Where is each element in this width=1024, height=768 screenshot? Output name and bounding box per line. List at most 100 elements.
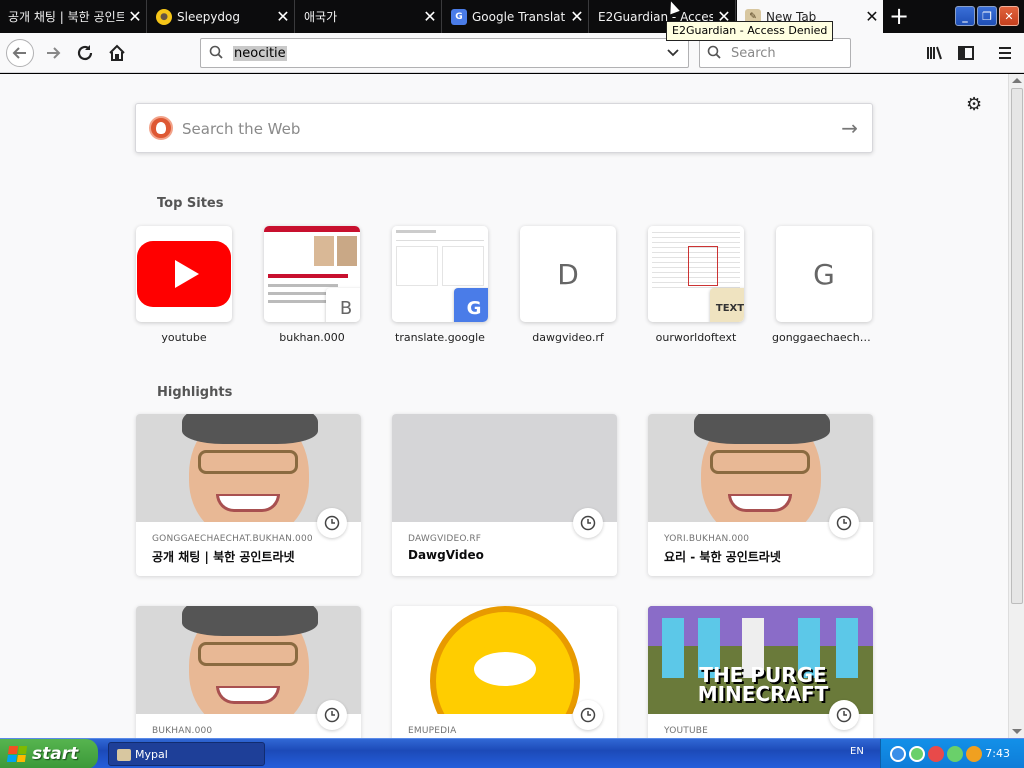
tab-label: 애국가 [304,10,338,24]
top-site-tile[interactable]: D [520,226,616,322]
search-icon [707,45,721,59]
close-icon[interactable]: ✕ [272,7,294,26]
scrollbar-thumb[interactable] [1011,88,1023,604]
close-icon[interactable]: ✕ [419,7,441,26]
top-site-tile[interactable]: G [776,226,872,322]
highlight-host: YORI.BUKHAN.000 [664,534,750,544]
web-search-box[interactable]: Search the Web → [135,103,873,153]
tray-app-icon[interactable] [928,746,944,762]
search-icon [209,45,223,59]
start-label: start [32,744,79,764]
top-site-tile[interactable] [136,226,232,322]
close-icon[interactable]: ✕ [566,7,588,26]
scroll-up-icon[interactable] [1012,78,1022,83]
reload-button[interactable] [71,39,99,67]
search-input[interactable]: Search [731,46,776,61]
top-site-label: bukhan.000 [279,331,345,344]
tab-sleepydog[interactable]: ● Sleepydog ✕ [148,0,295,33]
new-tab-button[interactable]: + [884,0,914,33]
top-site-label: ourworldoftext [655,331,737,344]
highlight-host: BUKHAN.000 [152,726,213,736]
sidebar-button[interactable] [952,39,980,67]
top-site-tile[interactable]: B [264,226,360,322]
tray-app-icon[interactable] [947,746,963,762]
scroll-text-icon: TEXT [710,288,744,322]
top-site-tile[interactable]: G [392,226,488,322]
highlight-thumbnail [136,606,361,714]
top-site-youtube[interactable]: youtube [136,226,232,344]
top-site-translate[interactable]: G translate.google [392,226,488,344]
language-indicator[interactable]: EN [850,746,864,757]
menu-button[interactable] [991,39,1019,67]
top-sites-heading: Top Sites [157,196,224,211]
nav-toolbar: neocitie Search [0,33,1024,73]
top-site-label: gonggaechaechat... [772,331,876,344]
gear-icon[interactable]: ⚙ [966,94,982,115]
highlights-heading: Highlights [157,385,233,400]
vertical-scrollbar[interactable] [1008,74,1024,738]
home-icon [109,44,125,61]
highlight-thumbnail [136,414,361,522]
back-button[interactable] [6,39,34,67]
window-close-button[interactable]: ✕ [999,6,1019,26]
search-bar[interactable]: Search [699,38,851,68]
tab-google-translate[interactable]: G Google Translate ✕ [443,0,589,33]
highlight-thumbnail [392,414,617,522]
start-button[interactable]: start [0,739,98,768]
highlight-card[interactable]: BUKHAN.000 [136,606,361,738]
clock-icon [573,700,603,730]
google-translate-favicon-icon: G [451,8,467,25]
reload-icon [77,45,93,61]
minimize-button[interactable]: _ [955,6,975,26]
tab-label: Sleepydog [177,9,241,24]
top-site-gonggaechaechat[interactable]: G gonggaechaechat... [772,226,876,344]
highlight-card[interactable]: DAWGVIDEO.RF DawgVideo [392,414,617,576]
tray-app-icon[interactable] [890,746,906,762]
site-badge: B [326,288,360,322]
url-input[interactable]: neocitie [233,46,287,61]
highlight-thumbnail [392,606,617,714]
highlight-card[interactable]: GONGGAECHAECHAT.BUKHAN.000 공개 채팅 | 북한 공인… [136,414,361,576]
dog-favicon-icon: ● [156,8,172,25]
tray-app-icon[interactable] [909,746,925,762]
highlight-card[interactable]: YORI.BUKHAN.000 요리 - 북한 공인트라넷 [648,414,873,576]
tab-aegukga[interactable]: 애국가 ✕ [296,0,442,33]
search-tray-icon[interactable] [966,746,982,762]
highlight-host: YOUTUBE [664,726,709,736]
highlight-thumbnail: THE PURGE MINECRAFT [648,606,873,714]
tab-label: Google Translate [472,9,566,24]
tab-korean-chat[interactable]: 공개 채팅 | 북한 공인트라넷 ✕ [0,0,147,33]
top-site-dawgvideo[interactable]: D dawgvideo.rf [520,226,616,344]
home-button[interactable] [103,39,131,67]
windows-logo-icon [6,746,28,762]
forward-arrow-icon [47,47,61,59]
scroll-down-icon[interactable] [1012,729,1022,734]
arrow-right-icon[interactable]: → [841,116,858,140]
url-bar[interactable]: neocitie [200,38,689,68]
tab-strip: 공개 채팅 | 북한 공인트라넷 ✕ ● Sleepydog ✕ 애국가 ✕ G… [0,0,1024,33]
youtube-logo-icon [137,241,231,307]
taskbar-item-mypal[interactable]: Mypal [108,742,265,766]
thumbnail-text: THE PURGE MINECRAFT [697,663,829,706]
web-search-input[interactable]: Search the Web [182,120,300,138]
top-site-label: youtube [161,331,207,344]
google-translate-icon: G [454,288,488,322]
top-site-label: translate.google [395,331,485,344]
close-icon[interactable]: ✕ [124,7,146,26]
site-letter: G [813,257,835,291]
taskbar-clock: 7:43 [985,747,1010,760]
highlight-card[interactable]: EMUPEDIA [392,606,617,738]
highlight-card[interactable]: THE PURGE MINECRAFT YOUTUBE [648,606,873,738]
top-site-bukhan[interactable]: B bukhan.000 [264,226,360,344]
restore-button[interactable]: ❐ [977,6,997,26]
clock-icon [829,700,859,730]
clock-icon [573,508,603,538]
top-site-tile[interactable]: TEXT [648,226,744,322]
close-icon[interactable]: ✕ [861,7,883,26]
highlight-title: 공개 채팅 | 북한 공인트라넷 [152,550,295,564]
top-site-ourworldoftext[interactable]: TEXT ourworldoftext [648,226,744,344]
chevron-down-icon[interactable] [666,45,680,62]
forward-button[interactable] [39,39,67,67]
library-button[interactable] [920,39,948,67]
taskbar: start Mypal EN 7:43 [0,738,1024,768]
